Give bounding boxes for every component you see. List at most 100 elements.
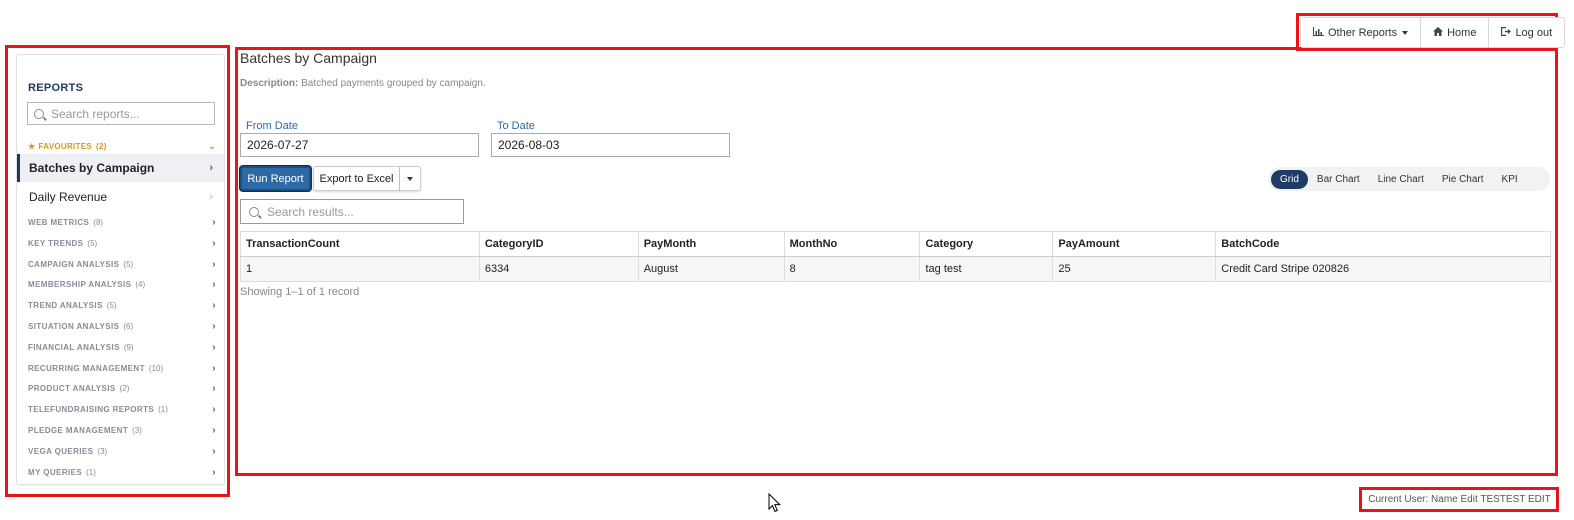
column-header[interactable]: MonthNo bbox=[783, 231, 921, 257]
sign-out-icon bbox=[1501, 26, 1512, 39]
category-label: TREND ANALYSIS bbox=[28, 301, 103, 311]
column-header[interactable]: TransactionCount bbox=[240, 231, 480, 257]
sidebar-category-membership-analysis[interactable]: MEMBERSHIP ANALYSIS (4) › bbox=[28, 279, 216, 290]
page-title: Batches by Campaign bbox=[240, 50, 377, 66]
home-label: Home bbox=[1447, 26, 1477, 39]
caret-down-icon bbox=[1402, 30, 1409, 35]
sidebar-category-recurring-management[interactable]: RECURRING MANAGEMENT (10) › bbox=[28, 363, 216, 374]
view-option-bar-chart[interactable]: Bar Chart bbox=[1308, 170, 1369, 189]
chevron-right-icon: › bbox=[209, 162, 213, 174]
table-cell: tag test bbox=[919, 256, 1054, 282]
category-count: (9) bbox=[123, 342, 134, 352]
sidebar-category-campaign-analysis[interactable]: CAMPAIGN ANALYSIS (5) › bbox=[28, 259, 216, 270]
category-count: (4) bbox=[135, 280, 146, 290]
column-header[interactable]: CategoryID bbox=[478, 231, 639, 257]
chevron-right-icon: › bbox=[212, 279, 216, 291]
to-date-input[interactable]: 2026-08-03 bbox=[491, 133, 730, 157]
sidebar-category-key-trends[interactable]: KEY TRENDS (5) › bbox=[28, 238, 216, 249]
chevron-right-icon: › bbox=[212, 341, 216, 353]
sidebar-category-telefundraising-reports[interactable]: TELEFUNDRAISING REPORTS (1) › bbox=[28, 404, 216, 415]
table-cell: Credit Card Stripe 020826 bbox=[1215, 256, 1551, 282]
column-header[interactable]: Category bbox=[919, 231, 1054, 257]
category-label: KEY TRENDS bbox=[28, 238, 84, 248]
chevron-right-icon: › bbox=[209, 191, 213, 203]
report-search-input[interactable] bbox=[51, 106, 201, 121]
category-count: (5) bbox=[123, 259, 134, 269]
logout-button[interactable]: Log out bbox=[1489, 18, 1564, 47]
chevron-right-icon: › bbox=[212, 217, 216, 228]
sidebar-title: REPORTS bbox=[28, 82, 84, 94]
favourites-label: FAVOURITES bbox=[38, 142, 93, 151]
column-header[interactable]: BatchCode bbox=[1215, 231, 1551, 257]
sidebar-category-web-metrics[interactable]: WEB METRICS (8) › bbox=[28, 217, 216, 228]
category-label: RECURRING MANAGEMENT bbox=[28, 363, 145, 373]
from-date-input[interactable]: 2026-07-27 bbox=[240, 133, 479, 157]
search-icon bbox=[249, 206, 259, 217]
to-date-label: To Date bbox=[497, 120, 535, 132]
record-count: Showing 1–1 of 1 record bbox=[240, 286, 360, 298]
category-label: MEMBERSHIP ANALYSIS bbox=[28, 280, 132, 290]
category-label: PLEDGE MANAGEMENT bbox=[28, 426, 129, 435]
view-option-line-chart[interactable]: Line Chart bbox=[1369, 170, 1433, 189]
category-count: (5) bbox=[106, 301, 117, 311]
sidebar-category-pledge-management[interactable]: PLEDGE MANAGEMENT (3) › bbox=[28, 425, 216, 436]
view-option-pie-chart[interactable]: Pie Chart bbox=[1433, 170, 1493, 189]
sidebar-category-trend-analysis[interactable]: TREND ANALYSIS (5) › bbox=[28, 300, 216, 311]
search-icon bbox=[34, 108, 44, 119]
sidebar-category-situation-analysis[interactable]: SITUATION ANALYSIS (6) › bbox=[28, 321, 216, 332]
chevron-right-icon: › bbox=[212, 300, 216, 312]
category-label: TELEFUNDRAISING REPORTS bbox=[28, 405, 155, 415]
chevron-right-icon: › bbox=[212, 237, 216, 249]
category-count: (2) bbox=[119, 384, 130, 394]
category-count: (3) bbox=[97, 446, 108, 456]
other-reports-button[interactable]: Other Reports bbox=[1301, 18, 1422, 47]
home-icon bbox=[1433, 26, 1444, 39]
chevron-right-icon: › bbox=[212, 466, 216, 478]
star-icon: ★ bbox=[28, 142, 36, 151]
sidebar-item-daily-revenue[interactable]: Daily Revenue › bbox=[17, 183, 224, 211]
table-cell: 25 bbox=[1052, 256, 1217, 282]
report-search-box[interactable] bbox=[27, 102, 215, 125]
table-cell: August bbox=[637, 256, 785, 282]
favourites-count: (2) bbox=[96, 142, 107, 151]
sidebar-item-batches-by-campaign[interactable]: Batches by Campaign › bbox=[17, 154, 224, 182]
column-header[interactable]: PayMonth bbox=[637, 231, 785, 257]
results-search-input[interactable] bbox=[267, 204, 457, 219]
table-row[interactable]: 1 6334 August 8 tag test 25 Credit Card Stripe… bbox=[240, 256, 1551, 282]
sidebar-category-product-analysis[interactable]: PRODUCT ANALYSIS (2) › bbox=[28, 383, 216, 394]
chevron-down-icon: ⌄ bbox=[208, 141, 216, 151]
sidebar-item-label: Daily Revenue bbox=[29, 190, 108, 204]
category-count: (5) bbox=[87, 238, 98, 248]
chevron-right-icon: › bbox=[212, 425, 216, 436]
bar-chart-icon bbox=[1313, 26, 1324, 39]
results-search-box[interactable] bbox=[240, 199, 464, 224]
view-option-grid[interactable]: Grid bbox=[1271, 169, 1308, 189]
favourites-header[interactable]: ★ FAVOURITES (2) ⌄ bbox=[28, 141, 216, 152]
other-reports-label: Other Reports bbox=[1328, 26, 1398, 39]
category-label: SITUATION ANALYSIS bbox=[28, 322, 120, 331]
chevron-right-icon: › bbox=[212, 362, 216, 374]
sidebar-category-vega-queries[interactable]: VEGA QUERIES (3) › bbox=[28, 446, 216, 457]
category-count: (1) bbox=[158, 405, 168, 415]
mouse-pointer-icon bbox=[768, 493, 782, 513]
home-button[interactable]: Home bbox=[1421, 18, 1490, 47]
table-cell: 8 bbox=[783, 256, 921, 282]
sidebar-category-my-queries[interactable]: MY QUERIES (1) › bbox=[28, 467, 216, 478]
report-description: Description: Batched payments grouped by… bbox=[240, 78, 486, 89]
logout-label: Log out bbox=[1515, 26, 1553, 39]
column-header[interactable]: PayAmount bbox=[1052, 231, 1217, 257]
export-options-dropdown[interactable] bbox=[400, 166, 421, 191]
results-table: TransactionCount CategoryID PayMonth MonthN… bbox=[240, 231, 1551, 282]
category-label: VEGA QUERIES bbox=[28, 446, 94, 456]
from-date-label: From Date bbox=[246, 120, 298, 132]
category-count: (1) bbox=[86, 467, 96, 477]
table-cell: 1 bbox=[240, 256, 480, 282]
sidebar-category-financial-analysis[interactable]: FINANCIAL ANALYSIS (9) › bbox=[28, 342, 216, 353]
run-report-button[interactable]: Run Report bbox=[240, 166, 311, 191]
export-excel-button[interactable]: Export to Excel bbox=[313, 166, 400, 191]
category-label: WEB METRICS bbox=[28, 218, 90, 227]
view-mode-toggle: Grid Bar Chart Line Chart Pie Chart KPI bbox=[1268, 167, 1550, 191]
chevron-right-icon: › bbox=[212, 383, 216, 395]
view-option-kpi[interactable]: KPI bbox=[1493, 170, 1527, 189]
chevron-right-icon: › bbox=[212, 404, 216, 416]
